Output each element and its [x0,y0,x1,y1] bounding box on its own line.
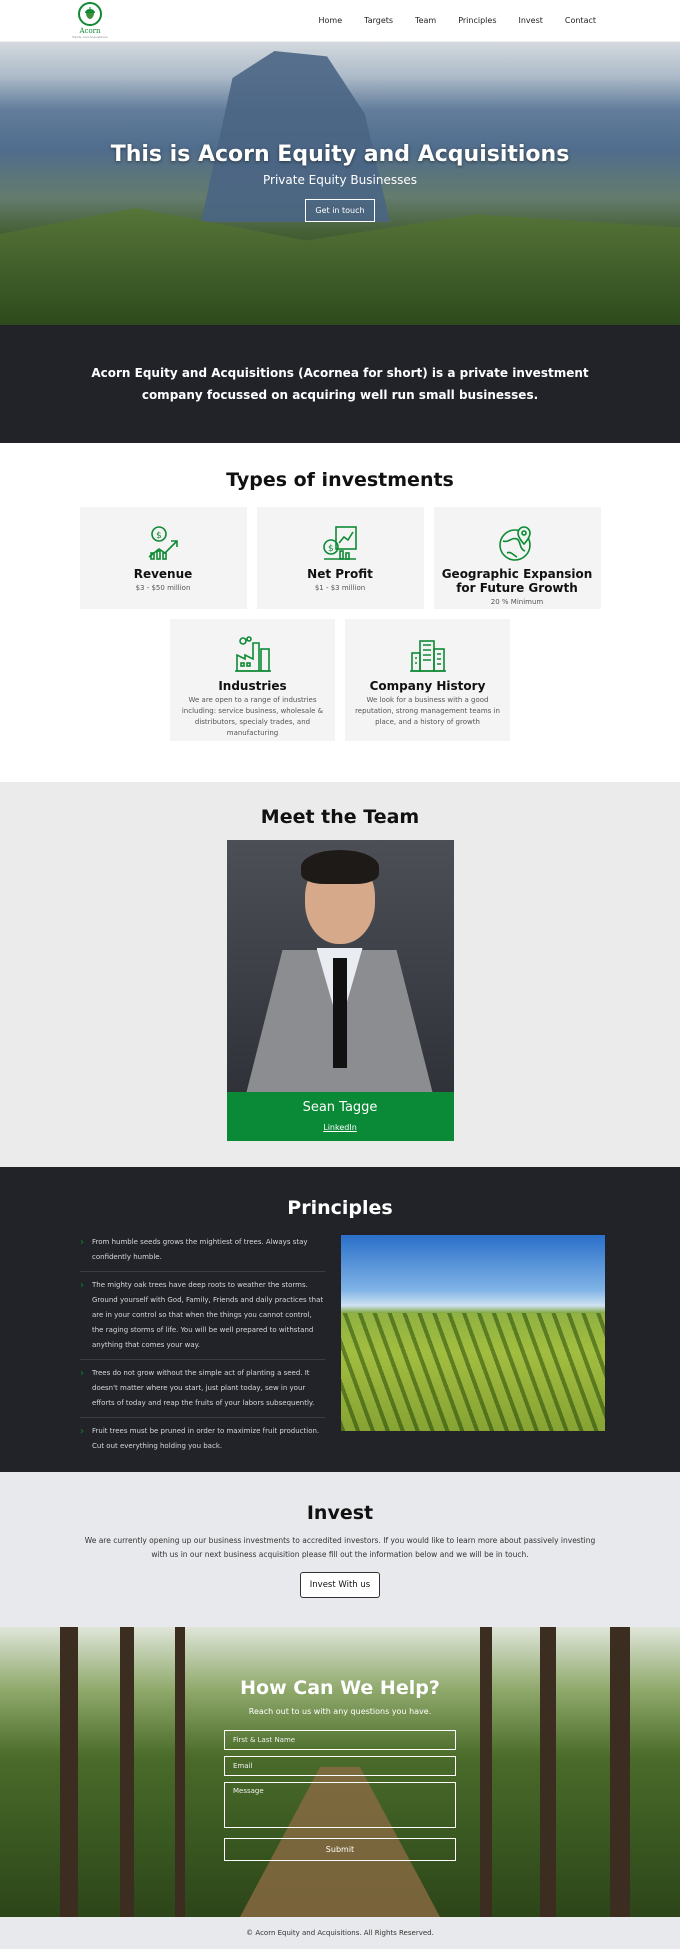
investment-card-desc: $1 - $3 million [314,584,366,592]
hero-subtitle: Private Equity Businesses [263,173,417,187]
team-section: Meet the Team Sean Tagge LinkedIn [0,782,680,1167]
team-member-namebar: Sean Tagge LinkedIn [226,1092,454,1141]
name-field[interactable] [224,1730,456,1750]
logo-text: Acorn [79,27,101,35]
investment-card-title: Geographic Expansion for Future Growth [441,567,593,595]
contact-subtitle: Reach out to us with any questions you h… [248,1707,432,1716]
investment-card-desc: We look for a business with a good reput… [355,696,500,726]
linkedin-link[interactable]: LinkedIn [323,1123,357,1132]
invest-section: Invest We are currently opening up our b… [0,1472,680,1627]
building-icon [408,635,448,675]
contact-content: How Can We Help? Reach out to us with an… [0,1677,680,1861]
investment-card-title: Company History [369,679,486,693]
team-member-name: Sean Tagge [302,1100,378,1115]
orchard-rows [340,1313,605,1431]
investments-row-1: $ Revenue $3 - $50 million $ Net Profit … [0,507,680,609]
investment-card-net-profit: $ Net Profit $1 - $3 million [256,507,424,609]
nav-contact[interactable]: Contact [565,16,596,25]
nav-team[interactable]: Team [415,16,436,25]
principle-item: Trees do not grow without the simple act… [80,1366,325,1418]
investments-section: Types of investments $ Revenue $3 - $50 … [0,443,680,782]
hero-content: This is Acorn Equity and Acquisitions Pr… [0,142,680,222]
principle-item: From humble seeds grows the mightiest of… [80,1235,325,1272]
investment-card-title: Industries [218,679,287,693]
hero-section: This is Acorn Equity and Acquisitions Pr… [0,42,680,325]
principles-content: From humble seeds grows the mightiest of… [0,1235,680,1466]
nav-principles[interactable]: Principles [458,16,496,25]
principle-item: The mighty oak trees have deep roots to … [80,1278,325,1360]
footer: © Acorn Equity and Acquisitions. All Rig… [0,1917,680,1949]
logo-subtext: Equity and Acquisitions [72,35,108,39]
investment-card-desc: We are open to a range of industries inc… [181,696,324,737]
orchard-image [340,1235,605,1431]
investments-row-2: Industries We are open to a range of ind… [0,619,680,741]
team-title: Meet the Team [260,806,420,828]
principle-item: Fruit trees must be pruned in order to m… [80,1424,325,1460]
invest-title: Invest [306,1502,374,1524]
money-growth-icon: $ [143,523,183,563]
invest-text: We are currently opening up our business… [84,1536,596,1559]
contact-form: Submit [224,1730,456,1861]
email-field[interactable] [224,1756,456,1776]
investment-card-company-history: Company History We look for a business w… [345,619,510,741]
factory-icon [233,635,273,675]
intro-section: Acorn Equity and Acquisitions (Acornea f… [0,325,680,443]
principles-section: Principles From humble seeds grows the m… [0,1167,680,1472]
svg-text:$: $ [328,544,334,554]
principles-title: Principles [287,1197,393,1219]
contact-title: How Can We Help? [240,1677,440,1699]
footer-copyright: © Acorn Equity and Acquisitions. All Rig… [246,1929,434,1937]
investment-card-desc: $3 - $50 million [135,584,191,592]
logo[interactable]: Acorn Equity and Acquisitions [72,2,108,39]
main-menu: Home Targets Team Principles Invest Cont… [319,16,597,25]
nav-invest[interactable]: Invest [518,16,542,25]
investment-card-desc: 20 % Minimum [490,598,544,606]
hero-title: This is Acorn Equity and Acquisitions [110,142,570,167]
investment-card-title: Revenue [133,567,193,581]
message-field[interactable] [224,1782,456,1828]
investment-card-industries: Industries We are open to a range of ind… [170,619,335,741]
principles-list: From humble seeds grows the mightiest of… [80,1235,325,1466]
investment-card-geographic: Geographic Expansion for Future Growth 2… [433,507,601,609]
investments-title: Types of investments [226,469,454,491]
investment-card-title: Net Profit [307,567,373,581]
acorn-logo-icon [78,2,102,26]
photo-hair [300,850,379,884]
globe-pin-icon [497,523,537,563]
invest-with-us-button[interactable]: Invest With us [299,1572,381,1598]
team-member-photo [226,840,454,1092]
photo-tie [332,958,347,1068]
profit-chart-icon: $ [320,523,360,563]
nav-home[interactable]: Home [319,16,343,25]
get-in-touch-button[interactable]: Get in touch [305,199,375,222]
intro-text: Acorn Equity and Acquisitions (Acornea f… [91,366,589,402]
contact-section: How Can We Help? Reach out to us with an… [0,1627,680,1917]
investment-card-revenue: $ Revenue $3 - $50 million [79,507,247,609]
nav-targets[interactable]: Targets [364,16,393,25]
top-nav: Acorn Equity and Acquisitions Home Targe… [0,0,680,42]
svg-text:$: $ [156,531,162,541]
submit-button[interactable]: Submit [224,1838,456,1861]
